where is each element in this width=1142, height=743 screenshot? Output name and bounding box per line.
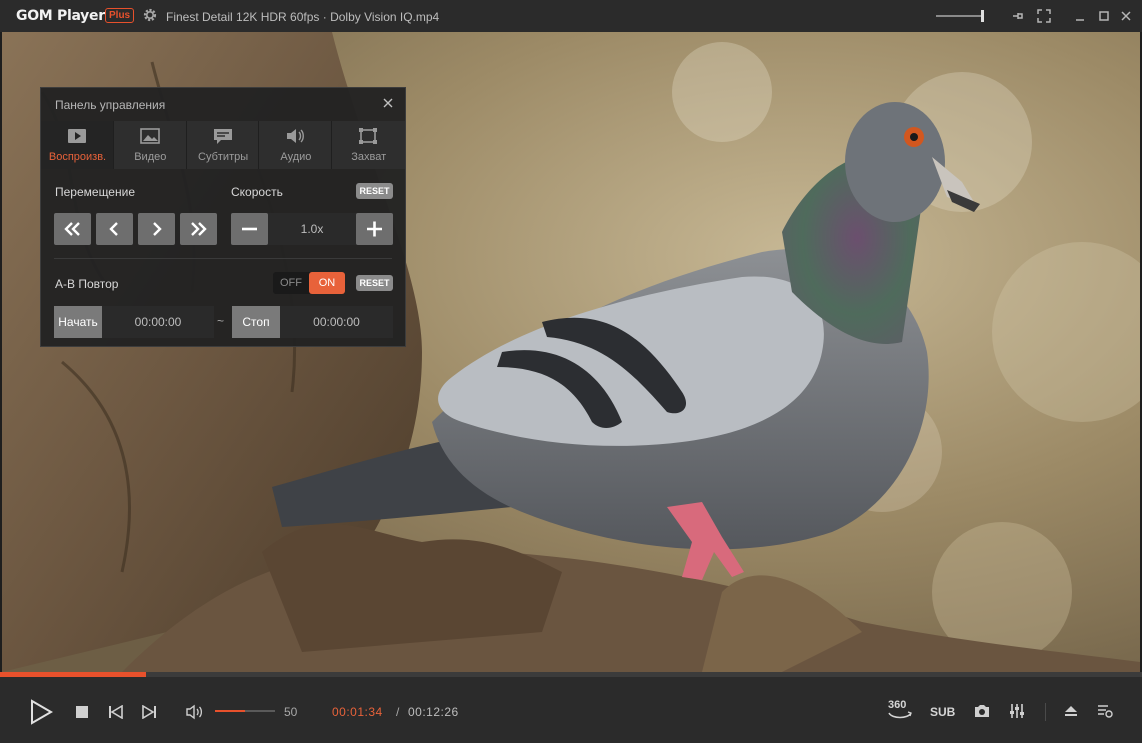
vr-360-button[interactable]: 360 xyxy=(886,697,914,725)
double-chevron-right-icon xyxy=(191,222,207,236)
ab-repeat-toggle[interactable]: OFF ON xyxy=(273,272,345,294)
equalizer-icon[interactable] xyxy=(1009,703,1025,719)
fullscreen-icon[interactable] xyxy=(1036,8,1052,24)
ab-stop-group: Стоп 00:00:00 xyxy=(232,306,393,338)
vr-360-label: 360 xyxy=(888,699,907,711)
previous-icon[interactable] xyxy=(108,705,123,719)
forward-fast-button[interactable] xyxy=(180,213,217,245)
ab-stop-time: 00:00:00 xyxy=(313,315,360,329)
current-time: 00:01:34 xyxy=(332,705,383,719)
rewind-fast-button[interactable] xyxy=(54,213,91,245)
eject-icon[interactable] xyxy=(1063,704,1079,718)
minus-icon xyxy=(242,227,257,231)
play-icon[interactable] xyxy=(28,699,54,725)
panel-title: Панель управления xyxy=(55,98,166,112)
ab-repeat-label: A-B Повтор xyxy=(55,277,119,291)
image-icon xyxy=(139,128,160,144)
panel-tabs: Воспроизв. Видео Субтитры Аудио Захват xyxy=(41,121,405,169)
ab-start-button[interactable]: Начать xyxy=(54,306,102,338)
app-logo: GOM Player xyxy=(16,8,105,24)
tab-playback[interactable]: Воспроизв. xyxy=(41,121,114,169)
tab-audio[interactable]: Аудио xyxy=(259,121,333,169)
controls-divider xyxy=(1045,703,1046,721)
tab-label: Субтитры xyxy=(198,151,249,163)
title-bar: GOM Player Plus Finest Detail 12K HDR 60… xyxy=(0,0,1142,32)
volume-level xyxy=(215,710,245,712)
play-icon xyxy=(68,129,86,143)
speed-decrease-button[interactable] xyxy=(231,213,268,245)
maximize-icon[interactable] xyxy=(1096,8,1112,24)
time-separator: / xyxy=(396,705,400,719)
ab-start-group: Начать 00:00:00 xyxy=(54,306,214,338)
total-time: 00:12:26 xyxy=(408,705,459,719)
player-controls: 50 00:01:34 / 00:12:26 360 SUB xyxy=(0,677,1142,743)
pin-icon[interactable] xyxy=(1010,8,1026,24)
toggle-off-option[interactable]: OFF xyxy=(273,272,309,294)
speaker-icon[interactable] xyxy=(185,704,205,720)
tab-label: Видео xyxy=(134,151,167,163)
forward-button[interactable] xyxy=(138,213,175,245)
volume-slider[interactable] xyxy=(215,710,275,712)
range-separator: ~ xyxy=(217,314,225,328)
tab-capture[interactable]: Захват xyxy=(332,121,405,169)
capture-icon xyxy=(359,128,378,144)
file-name: Finest Detail 12K HDR 60fps · Dolby Visi… xyxy=(166,10,440,24)
speed-label: Скорость xyxy=(231,185,283,199)
chevron-right-icon xyxy=(153,222,162,236)
gear-icon[interactable] xyxy=(142,7,158,23)
speed-value: 1.0x xyxy=(300,222,324,236)
ab-stop-button[interactable]: Стоп xyxy=(232,306,280,338)
double-chevron-left-icon xyxy=(64,222,80,236)
close-icon[interactable] xyxy=(381,96,395,110)
ab-start-time: 00:00:00 xyxy=(134,315,182,329)
tab-label: Захват xyxy=(351,151,387,163)
opacity-slider[interactable] xyxy=(936,10,984,22)
toggle-on-option[interactable]: ON xyxy=(309,272,345,294)
tab-video[interactable]: Видео xyxy=(113,121,187,169)
seek-label: Перемещение xyxy=(55,185,135,199)
plus-icon xyxy=(367,221,382,237)
minimize-icon[interactable] xyxy=(1072,8,1088,24)
subtitles-icon xyxy=(213,129,232,144)
playlist-icon[interactable] xyxy=(1097,704,1113,718)
close-icon[interactable] xyxy=(1118,8,1134,24)
control-panel: Панель управления Воспроизв. Видео Субти… xyxy=(40,87,406,347)
rewind-button[interactable] xyxy=(96,213,133,245)
speed-stepper: 1.0x xyxy=(231,213,393,245)
chevron-left-icon xyxy=(109,222,118,236)
volume-value: 50 xyxy=(284,705,298,719)
subtitles-button[interactable]: SUB xyxy=(930,705,955,719)
tab-label: Воспроизв. xyxy=(48,151,107,163)
rotate-360-icon xyxy=(888,711,912,719)
tab-label: Аудио xyxy=(280,151,312,163)
stop-icon[interactable] xyxy=(75,705,89,719)
panel-divider xyxy=(54,258,392,259)
speed-increase-button[interactable] xyxy=(356,213,393,245)
speed-reset-button[interactable]: RESET xyxy=(356,183,393,199)
tab-subtitles[interactable]: Субтитры xyxy=(186,121,260,169)
camera-icon[interactable] xyxy=(973,703,991,719)
plus-badge: Plus xyxy=(105,8,135,23)
speaker-icon xyxy=(287,129,305,143)
next-icon[interactable] xyxy=(142,705,157,719)
ab-reset-button[interactable]: RESET xyxy=(356,275,393,291)
